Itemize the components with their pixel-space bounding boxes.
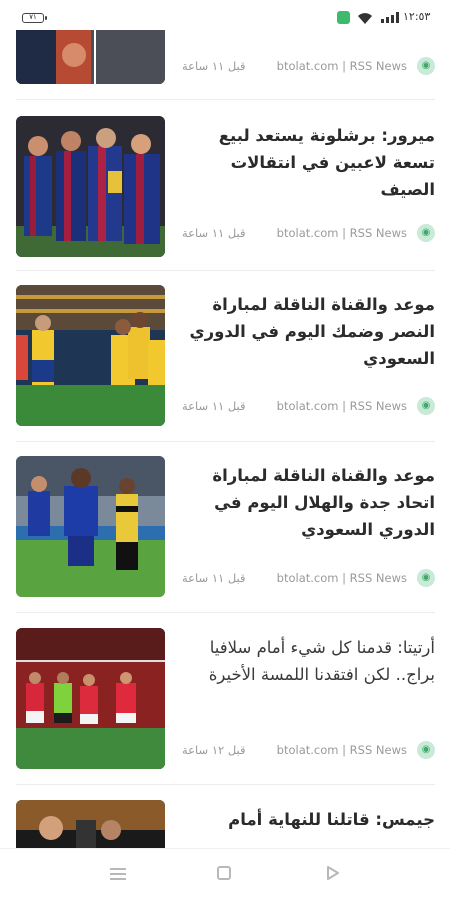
news-thumbnail[interactable]: [16, 456, 165, 597]
news-time: قبل ١١ ساعة: [182, 59, 246, 73]
menu-icon[interactable]: [110, 868, 126, 883]
news-time: قبل ١١ ساعة: [182, 226, 246, 240]
battery-level: ٧١: [29, 13, 37, 21]
divider: [16, 270, 435, 271]
news-meta: ◉ btolat.com | RSS News قبل ١١ ساعة: [180, 569, 435, 587]
news-source: btolat.com | RSS News: [276, 226, 407, 240]
rss-icon: ◉: [417, 224, 435, 242]
news-thumbnail[interactable]: [16, 800, 165, 848]
rss-icon: ◉: [417, 57, 435, 75]
news-item[interactable]: أرتيتا: قدمنا كل شيء أمام سلافيا براج.. …: [16, 628, 435, 769]
rss-icon: ◉: [417, 741, 435, 759]
divider: [16, 99, 435, 100]
news-time: قبل ١٢ ساعة: [182, 743, 246, 757]
system-nav-bar: [0, 848, 450, 901]
news-thumbnail[interactable]: [16, 628, 165, 769]
news-title[interactable]: أرتيتا: قدمنا كل شيء أمام سلافيا براج.. …: [180, 634, 435, 688]
back-icon[interactable]: [325, 865, 341, 885]
news-source: btolat.com | RSS News: [276, 571, 407, 585]
wifi-icon: [357, 10, 373, 29]
news-meta: ◉ btolat.com | RSS News قبل ١١ ساعة: [180, 57, 435, 75]
news-title[interactable]: موعد والقناة الناقلة لمباراة النصر وضمك …: [180, 291, 436, 372]
divider: [16, 441, 435, 442]
news-source: btolat.com | RSS News: [276, 743, 407, 757]
news-thumbnail[interactable]: [16, 285, 165, 426]
news-thumbnail[interactable]: [16, 116, 165, 257]
news-title[interactable]: ميرور: برشلونة يستعد لبيع تسعة لاعبين في…: [180, 122, 435, 203]
battery-icon: ٧١: [22, 13, 47, 23]
rss-icon: ◉: [417, 569, 435, 587]
news-title[interactable]: موعد والقناة الناقلة لمباراة اتحاد جدة و…: [180, 462, 435, 543]
news-title[interactable]: جيمس: قاتلنا للنهاية أمام: [180, 806, 435, 833]
news-item[interactable]: جيمس: قاتلنا للنهاية أمام: [16, 800, 435, 848]
news-time: قبل ١١ ساعة: [182, 571, 246, 585]
clock: ١٢:٥٣: [403, 10, 431, 23]
news-meta: ◉ btolat.com | RSS News قبل ١٢ ساعة: [180, 741, 435, 759]
news-item[interactable]: موعد والقناة الناقلة لمباراة النصر وضمك …: [16, 285, 435, 426]
news-time: قبل ١١ ساعة: [182, 399, 246, 413]
signal-icon: [381, 12, 399, 23]
status-bar: ٧١ ١٢:٥٣: [0, 0, 450, 30]
divider: [16, 612, 435, 613]
news-item[interactable]: موعد والقناة الناقلة لمباراة اتحاد جدة و…: [16, 456, 435, 597]
divider: [16, 784, 435, 785]
news-meta: ◉ btolat.com | RSS News قبل ١١ ساعة: [180, 397, 435, 415]
news-feed[interactable]: ◉ btolat.com | RSS News قبل ١١ ساعة ميرو…: [0, 0, 450, 848]
home-icon[interactable]: [217, 866, 231, 880]
app-notification-icon: [337, 11, 350, 24]
news-source: btolat.com | RSS News: [276, 399, 407, 413]
rss-icon: ◉: [417, 397, 435, 415]
news-meta: ◉ btolat.com | RSS News قبل ١١ ساعة: [180, 224, 435, 242]
news-source: btolat.com | RSS News: [276, 59, 407, 73]
news-item[interactable]: ميرور: برشلونة يستعد لبيع تسعة لاعبين في…: [16, 116, 435, 257]
